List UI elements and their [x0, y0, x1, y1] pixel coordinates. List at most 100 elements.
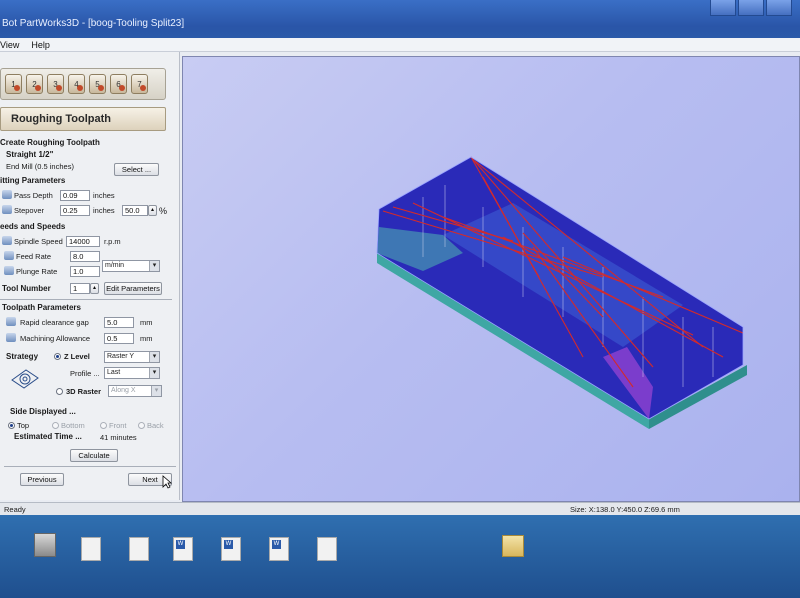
raster3d-select[interactable]: Along X [108, 385, 162, 397]
spindle-icon [2, 236, 12, 245]
toolbar-button-5[interactable]: 5 [89, 74, 106, 94]
desktop-icon-8[interactable] [498, 535, 528, 559]
side-top-label: Top [17, 421, 30, 430]
zlevel-radio[interactable] [54, 353, 61, 360]
rate-unit-select[interactable]: m/min [102, 260, 160, 272]
pass-depth-unit: inches [93, 191, 115, 200]
plunge-rate-label: Plunge Rate [16, 267, 58, 276]
menu-view[interactable]: View [0, 40, 19, 50]
word-document-icon [221, 537, 241, 561]
desktop-icon-7[interactable] [312, 537, 342, 563]
maximize-button[interactable] [738, 0, 764, 16]
document-icon [129, 537, 149, 561]
toolbar-button-6[interactable]: 6 [110, 74, 127, 94]
feed-rate-input[interactable]: 8.0 [70, 251, 100, 262]
allowance-icon [6, 333, 16, 342]
model-size-readout: Size: X:138.0 Y:450.0 Z:69.6 mm [570, 505, 680, 514]
desktop-icon-6[interactable] [264, 537, 294, 563]
desktop-icon-1[interactable] [30, 533, 60, 559]
side-back-radio[interactable] [138, 422, 145, 429]
percent-sign: % [159, 206, 168, 216]
side-bottom-label: Bottom [61, 421, 85, 430]
plunge-rate-icon [4, 266, 14, 275]
profile-label: Profile ... [70, 369, 100, 378]
stepover-input[interactable]: 0.25 [60, 205, 90, 216]
pass-depth-icon [2, 190, 12, 199]
desktop-icon-3[interactable] [124, 537, 154, 563]
estimated-time-value: 41 minutes [100, 433, 137, 442]
select-tool-button[interactable]: Select ... [114, 163, 159, 176]
toolbar-button-2[interactable]: 2 [26, 74, 43, 94]
side-top-radio[interactable] [8, 422, 15, 429]
tool-number-label: Tool Number [2, 284, 51, 293]
panel-title: Roughing Toolpath [0, 107, 166, 131]
mouse-cursor-icon [162, 475, 172, 489]
rapid-gap-label: Rapid clearance gap [20, 318, 89, 327]
stepover-label: Stepover [14, 206, 45, 215]
side-front-radio[interactable] [100, 422, 107, 429]
stepover-icon [2, 205, 12, 214]
toolbar-button-3[interactable]: 3 [47, 74, 64, 94]
tool-number-input[interactable]: 1 [70, 283, 90, 294]
app-window: Bot PartWorks3D - [boog-Tooling Split23]… [0, 0, 800, 598]
pass-depth-input[interactable]: 0.09 [60, 190, 90, 201]
edit-parameters-button[interactable]: Edit Parameters [104, 282, 162, 295]
toolpath-section-heading: Toolpath Parameters [2, 303, 81, 312]
spindle-unit: r.p.m [104, 237, 121, 246]
profile-select[interactable]: Last [104, 367, 160, 379]
raster3d-radio[interactable] [56, 388, 63, 395]
allowance-unit: mm [140, 334, 153, 343]
raster3d-label: 3D Raster [66, 387, 102, 396]
toolbar-button-1[interactable]: 1 [5, 74, 22, 94]
menu-bar: View Help [0, 38, 800, 52]
window-controls [710, 0, 792, 16]
desktop-icon-2[interactable] [76, 537, 106, 563]
stepover-spinner[interactable]: ▴ [148, 205, 157, 216]
toolbar-button-7[interactable]: 7 [131, 74, 148, 94]
plunge-rate-input[interactable]: 1.0 [70, 266, 100, 277]
zlevel-label: Z Level [64, 352, 90, 361]
strategy-label: Strategy [6, 352, 39, 361]
menu-help[interactable]: Help [31, 40, 50, 50]
side-bottom-radio[interactable] [52, 422, 59, 429]
allowance-input[interactable]: 0.5 [104, 333, 134, 344]
strategy-preview-icon [11, 369, 39, 389]
calculate-button[interactable]: Calculate [70, 449, 118, 462]
spindle-label: Spindle Speed [14, 237, 63, 246]
close-button[interactable] [766, 0, 792, 16]
rapid-gap-icon [6, 317, 16, 326]
toolpath-panel: 1 2 3 4 5 6 7 Roughing Toolpath Create R… [0, 52, 180, 500]
tool-name: Straight 1/2" [6, 150, 54, 159]
tool-number-spinner[interactable]: ▴ [90, 283, 99, 294]
rapid-gap-input[interactable]: 5.0 [104, 317, 134, 328]
title-bar: Bot PartWorks3D - [boog-Tooling Split23] [0, 0, 800, 38]
desktop-icon-5[interactable] [216, 537, 246, 563]
feeds-section-heading: eeds and Speeds [0, 222, 66, 231]
toolbar-button-4[interactable]: 4 [68, 74, 85, 94]
status-bar: Ready Size: X:138.0 Y:450.0 Z:69.6 mm [0, 502, 800, 515]
estimated-time-label: Estimated Time ... [14, 432, 82, 441]
feed-rate-label: Feed Rate [16, 252, 52, 261]
pass-depth-label: Pass Depth [14, 191, 53, 200]
desktop-icon-4[interactable] [168, 537, 198, 563]
create-section-heading: Create Roughing Toolpath [0, 138, 100, 147]
stepover-percent-input[interactable]: 50.0 [122, 205, 148, 216]
zlevel-pattern-select[interactable]: Raster Y [104, 351, 160, 363]
window-title: Bot PartWorks3D - [boog-Tooling Split23] [2, 18, 185, 29]
side-displayed-label: Side Displayed ... [10, 407, 76, 416]
side-front-label: Front [109, 421, 127, 430]
section-divider [0, 299, 172, 300]
nav-divider [4, 466, 176, 467]
spindle-speed-input[interactable]: 14000 [66, 236, 100, 247]
image-file-icon [34, 533, 56, 557]
3d-viewport[interactable] [182, 56, 800, 502]
stepover-unit: inches [93, 206, 115, 215]
minimize-button[interactable] [710, 0, 736, 16]
tool-description: End Mill (0.5 inches) [6, 162, 74, 171]
document-icon [317, 537, 337, 561]
previous-button[interactable]: Previous [20, 473, 64, 486]
feed-rate-icon [4, 251, 14, 260]
folder-icon [502, 535, 524, 557]
allowance-label: Machining Allowance [20, 334, 91, 343]
document-icon [81, 537, 101, 561]
